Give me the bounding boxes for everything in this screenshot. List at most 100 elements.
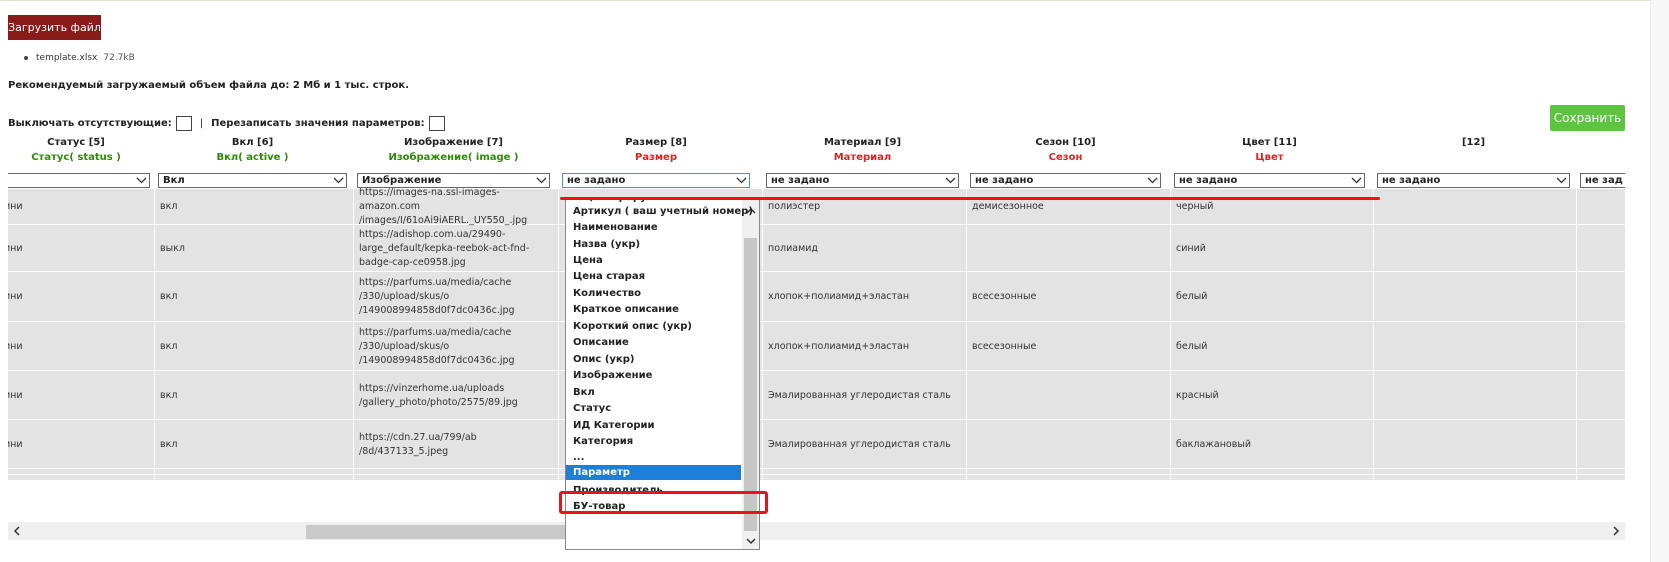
table-cell-status: ини bbox=[8, 201, 23, 212]
select-value: не задано bbox=[1179, 175, 1238, 186]
column-divider bbox=[762, 189, 763, 481]
table-cell-season bbox=[972, 420, 1155, 469]
save-button[interactable]: Сохранить bbox=[1550, 105, 1625, 131]
dropdown-option[interactable]: Назва (укр) bbox=[573, 239, 640, 250]
chevron-down-icon bbox=[533, 174, 549, 187]
column-mapped-field: Вкл( active ) bbox=[216, 152, 289, 163]
select-value: не задано bbox=[567, 175, 626, 186]
select-value: не задано bbox=[771, 175, 830, 186]
overwrite-params-label: Перезаписать значения параметров: bbox=[211, 118, 425, 129]
table-cell-active: вкл bbox=[160, 340, 178, 352]
dropdown-option[interactable]: ИД Категории bbox=[573, 420, 655, 431]
column-header: Размер [8] bbox=[625, 137, 687, 148]
dropdown-option[interactable]: Короткий опис (укр) bbox=[573, 321, 692, 332]
column-field-select[interactable]: не зад bbox=[1580, 173, 1625, 188]
column-field-select[interactable]: не задано bbox=[766, 173, 959, 188]
highlight-box bbox=[559, 491, 768, 514]
select-value: не зад bbox=[1585, 175, 1623, 186]
dropdown-option[interactable]: Описание bbox=[573, 337, 629, 348]
table-cell-color: белый bbox=[1176, 291, 1208, 302]
dropdown-option-selected[interactable]: Параметр bbox=[566, 465, 741, 480]
dropdown-option[interactable]: Опис (укр) bbox=[573, 354, 634, 365]
column-field-select[interactable] bbox=[8, 173, 150, 188]
column-header: Статус [5] bbox=[47, 137, 105, 148]
column-header: [12] bbox=[1461, 137, 1486, 148]
column-divider bbox=[1576, 189, 1577, 481]
chevron-down-icon bbox=[1144, 174, 1160, 187]
column-field-select[interactable]: не задано bbox=[970, 173, 1161, 188]
horizontal-scrollbar[interactable] bbox=[8, 522, 1625, 540]
dropdown-option[interactable]: Вкл bbox=[573, 387, 595, 398]
table-cell-active: вкл bbox=[160, 291, 178, 302]
table-cell-image: https://images-na.ssl-images-amazon.com … bbox=[359, 187, 528, 226]
chevron-down-icon bbox=[1553, 174, 1569, 187]
table-cell-season: всесезонные bbox=[972, 340, 1037, 352]
table-cell-active: вкл bbox=[160, 201, 178, 212]
table-cell-active: вкл bbox=[160, 389, 178, 401]
dropdown-option[interactable]: Категория bbox=[573, 436, 633, 447]
upload-file-button[interactable]: Загрузить файл bbox=[8, 15, 101, 40]
chevron-down-icon bbox=[733, 174, 749, 187]
dropdown-option[interactable]: Изображение bbox=[573, 370, 652, 381]
scroll-left-icon[interactable] bbox=[8, 522, 26, 540]
chevron-down-icon bbox=[330, 174, 346, 187]
file-size: 72.7kB bbox=[103, 53, 135, 63]
column-mapped-field: Изображение( image ) bbox=[388, 152, 519, 163]
select-value: не задано bbox=[1382, 175, 1441, 186]
select-value: Вкл bbox=[163, 175, 185, 186]
bullet-icon bbox=[24, 56, 28, 60]
table-cell-color: белый bbox=[1176, 340, 1208, 352]
column-divider bbox=[154, 189, 155, 481]
column-divider bbox=[1170, 189, 1171, 481]
table-row-empty bbox=[8, 481, 1625, 487]
dropdown-option[interactable]: Статус bbox=[573, 403, 611, 414]
column-divider bbox=[558, 189, 559, 481]
column-field-select[interactable]: не задано bbox=[1174, 173, 1365, 188]
table-cell-image: https://vinzerhome.ua/uploads /gallery_p… bbox=[359, 382, 518, 408]
column-field-select[interactable]: не задано bbox=[1377, 173, 1570, 188]
table-cell-image: https://parfums.ua/media/cache /330/uplo… bbox=[359, 326, 515, 366]
dropdown-option[interactable]: Артикул ( ваш учетный номер) bbox=[573, 206, 753, 217]
table-cell-season bbox=[972, 371, 1155, 420]
uploaded-file: template.xlsx 72.7kB bbox=[24, 53, 135, 63]
column-mapped-field: Материал bbox=[833, 152, 892, 163]
column-field-select[interactable]: Изображение bbox=[357, 173, 550, 188]
page-scrollbar[interactable] bbox=[1650, 0, 1669, 562]
dropdown-option[interactable]: Цена bbox=[573, 255, 603, 266]
dropdown-option[interactable]: Наименование bbox=[573, 222, 658, 233]
table-cell-status: ини bbox=[8, 340, 23, 352]
dropdown-scroll-thumb[interactable] bbox=[744, 238, 757, 531]
chevron-down-icon bbox=[133, 174, 149, 187]
scroll-down-icon[interactable] bbox=[742, 533, 759, 549]
column-mapped-field: Размер bbox=[634, 152, 677, 163]
disable-missing-label: Выключать отсутствующие: bbox=[8, 118, 172, 129]
chevron-down-icon bbox=[942, 174, 958, 187]
options-separator: | bbox=[199, 118, 204, 129]
table-cell-status: ини bbox=[8, 438, 23, 450]
column-field-select[interactable]: Вкл bbox=[158, 173, 347, 188]
table-cell-season bbox=[972, 225, 1155, 272]
table-cell-material: хлопок+полиамид+эластан bbox=[768, 291, 910, 302]
table-cell-status: ини bbox=[8, 242, 23, 254]
dropdown-option[interactable]: Количество bbox=[573, 288, 641, 299]
upload-limit-note: Рекомендуемый загружаемый объем файла до… bbox=[8, 80, 409, 91]
table-cell-season: демисезонное bbox=[972, 201, 1044, 212]
column-mapped-field: Цвет bbox=[1255, 152, 1284, 163]
scroll-right-icon[interactable] bbox=[1607, 522, 1625, 540]
import-options: Выключать отсутствующие: | Перезаписать … bbox=[8, 116, 445, 131]
column-divider bbox=[966, 189, 967, 481]
column-header: Цвет [11] bbox=[1242, 137, 1297, 148]
table-cell-color: черный bbox=[1176, 201, 1214, 212]
dropdown-option[interactable]: Краткое описание bbox=[573, 304, 679, 315]
column-mapped-field: Сезон bbox=[1048, 152, 1083, 163]
disable-missing-checkbox[interactable] bbox=[175, 116, 192, 131]
dropdown-option[interactable]: Цена старая bbox=[573, 271, 645, 282]
table-cell-material: полиэстер bbox=[768, 201, 821, 212]
column-divider bbox=[1373, 189, 1374, 481]
table-cell-color: красный bbox=[1176, 389, 1219, 401]
file-name[interactable]: template.xlsx bbox=[36, 53, 97, 63]
table-cell-status: ини bbox=[8, 389, 23, 401]
column-field-select[interactable]: не задано bbox=[562, 173, 750, 188]
overwrite-params-checkbox[interactable] bbox=[428, 116, 445, 131]
dropdown-option[interactable]: ... bbox=[573, 452, 584, 463]
